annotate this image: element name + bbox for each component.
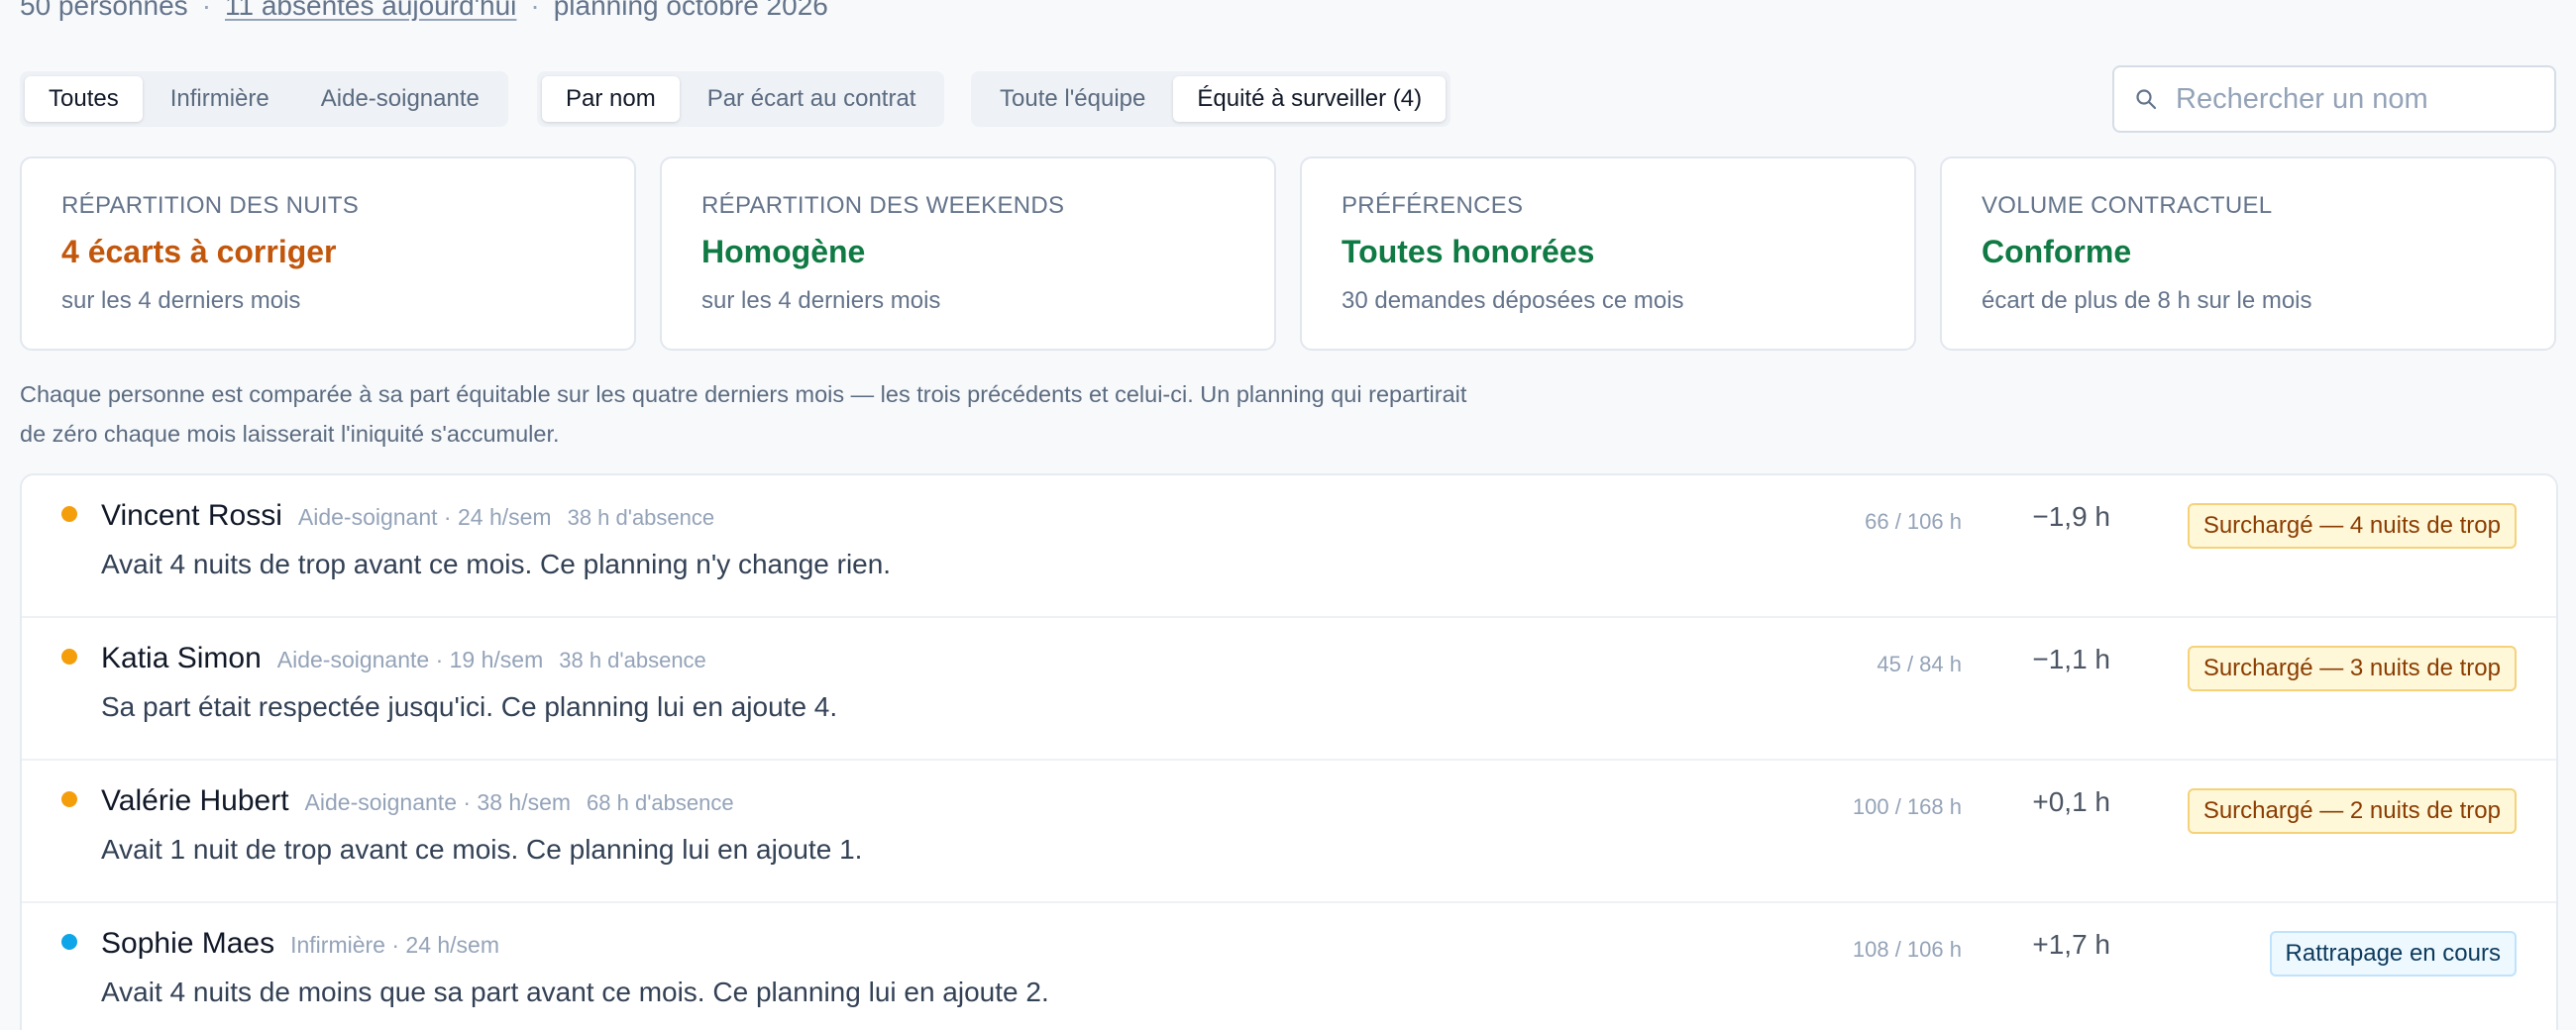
planning-month: planning octobre 2026 [553,0,828,21]
team-summary: 50 personnes · 11 absentes aujourd'hui ·… [20,0,828,22]
sort-filter: Par nom Par écart au contrat [537,71,945,127]
person-header: Sophie Maes Infirmière · 24 h/sem [101,927,515,961]
person-role: Aide-soignant · 24 h/sem [297,504,552,530]
hours-delta: +0,1 h [2032,786,2110,817]
separator: · [530,0,540,21]
person-role: Aide-soignante · 19 h/sem [276,647,544,672]
person-role: Aide-soignante · 38 h/sem [304,789,572,815]
sort-by-name-button[interactable]: Par nom [542,76,680,122]
status-dot [61,506,77,522]
person-role: Infirmière · 24 h/sem [290,932,500,958]
scope-equity-watch-button[interactable]: Équité à surveiller (4) [1173,76,1447,122]
card-preferences: Préférences Toutes honorées 30 demandes … [1300,156,1916,351]
people-count: 50 personnes [20,0,188,21]
person-absence: 38 h d'absence [559,648,706,672]
person-header: Valérie Hubert Aide-soignante · 38 h/sem… [101,784,734,818]
separator: · [201,0,212,21]
person-header: Vincent Rossi Aide-soignant · 24 h/sem 3… [101,499,714,533]
scope-whole-team-button[interactable]: Toute l'équipe [976,76,1169,122]
card-contract-volume: Volume contractuel Conforme écart de plu… [1940,156,2556,351]
status-badge: Rattrapage en cours [2269,931,2517,977]
card-value: 4 écarts à corriger [61,234,337,269]
card-value: Conforme [1982,234,2132,269]
sort-by-contract-gap-button[interactable]: Par écart au contrat [684,76,940,122]
hours-ratio: 108 / 106 h [1852,937,1962,962]
status-badge: Surchargé — 4 nuits de trop [2187,503,2517,549]
status-dot [61,649,77,665]
card-note: sur les 4 derniers mois [61,287,301,314]
person-description: Avait 4 nuits de trop avant ce mois. Ce … [101,549,892,579]
list-item[interactable]: Valérie Hubert Aide-soignante · 38 h/sem… [22,761,2556,903]
card-note: écart de plus de 8 h sur le mois [1982,287,2312,314]
hours-delta: −1,1 h [2032,644,2110,674]
status-badge: Surchargé — 3 nuits de trop [2187,646,2517,691]
card-night-distribution: Répartition des nuits 4 écarts à corrige… [20,156,636,351]
person-name: Valérie Hubert [101,784,289,817]
card-value: Toutes honorées [1342,234,1595,269]
filter-care-aide-button[interactable]: Aide-soignante [297,76,503,122]
filter-all-button[interactable]: Toutes [25,76,143,122]
explanation-line: Chaque personne est comparée à sa part é… [20,381,1467,407]
search-box [2112,65,2556,133]
equity-explanation: Chaque personne est comparée à sa part é… [20,374,1565,454]
status-badge: Surchargé — 2 nuits de trop [2187,788,2517,834]
scope-filter: Toute l'équipe Équité à surveiller (4) [971,71,1451,127]
status-dot [61,934,77,950]
person-absence: 38 h d'absence [567,505,715,530]
person-name: Sophie Maes [101,927,275,960]
status-dot [61,791,77,807]
card-note: sur les 4 derniers mois [701,287,941,314]
person-description: Sa part était respectée jusqu'ici. Ce pl… [101,691,838,722]
hours-ratio: 66 / 106 h [1865,509,1962,534]
card-note: 30 demandes déposées ce mois [1342,287,1684,314]
people-list: Vincent Rossi Aide-soignant · 24 h/sem 3… [20,473,2558,1030]
card-label: Préférences [1342,192,1524,219]
person-name: Vincent Rossi [101,499,282,532]
search-icon [2136,89,2157,110]
person-description: Avait 4 nuits de moins que sa part avant… [101,977,1049,1007]
role-filter: Toutes Infirmière Aide-soignante [20,71,508,127]
list-item[interactable]: Vincent Rossi Aide-soignant · 24 h/sem 3… [22,475,2556,618]
card-weekend-distribution: Répartition des weekends Homogène sur le… [660,156,1276,351]
list-item[interactable]: Katia Simon Aide-soignante · 19 h/sem 38… [22,618,2556,761]
card-label: Répartition des weekends [701,192,1065,219]
hours-delta: +1,7 h [2032,929,2110,960]
hours-ratio: 45 / 84 h [1877,652,1962,676]
hours-delta: −1,9 h [2032,501,2110,532]
search-input[interactable] [2176,82,2542,116]
card-label: Volume contractuel [1982,192,2273,219]
list-item[interactable]: Sophie Maes Infirmière · 24 h/sem Avait … [22,903,2556,1030]
filter-nurse-button[interactable]: Infirmière [147,76,293,122]
card-label: Répartition des nuits [61,192,360,219]
person-absence: 68 h d'absence [587,790,734,815]
hours-ratio: 100 / 168 h [1852,794,1962,819]
person-name: Katia Simon [101,642,262,674]
card-value: Homogène [701,234,866,269]
person-description: Avait 1 nuit de trop avant ce mois. Ce p… [101,834,863,865]
explanation-line: de zéro chaque mois laisserait l'iniquit… [20,421,560,447]
person-header: Katia Simon Aide-soignante · 19 h/sem 38… [101,642,706,675]
absent-today-link[interactable]: 11 absentes aujourd'hui [225,0,516,22]
